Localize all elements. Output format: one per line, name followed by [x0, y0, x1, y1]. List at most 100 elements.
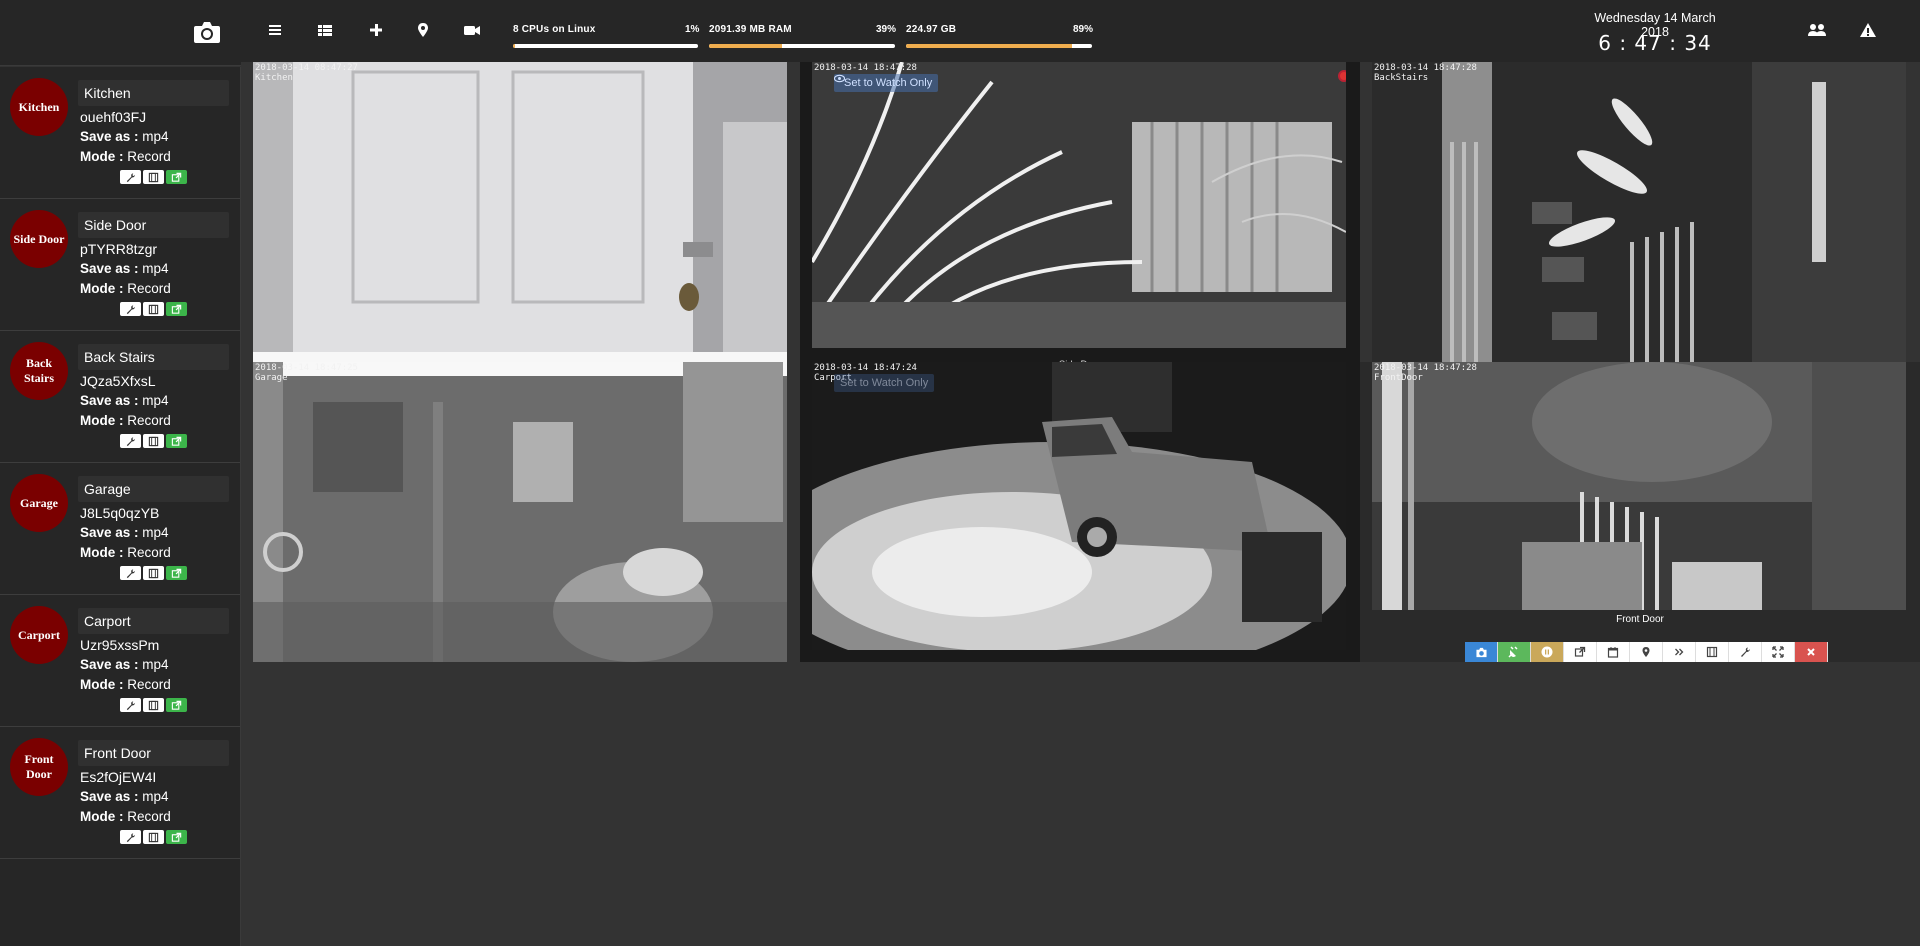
- camera-name-text: Side Door: [84, 217, 147, 233]
- film-icon: [148, 436, 159, 446]
- camera-save-format: Save as : mp4: [80, 657, 169, 672]
- save-as-label: Save as :: [80, 789, 139, 804]
- camera-list-item-kitchen[interactable]: Kitchen Kitchen ouehf03FJ Save as : mp4 …: [0, 67, 240, 199]
- camera-avatar-label: Side Door: [13, 231, 65, 246]
- settings-wrench-button[interactable]: [120, 566, 141, 580]
- camera-name[interactable]: Carport: [78, 608, 229, 634]
- videos-button[interactable]: [1696, 642, 1729, 662]
- settings-wrench-button[interactable]: [120, 830, 141, 844]
- open-external-button[interactable]: [1564, 642, 1597, 662]
- feed-carport[interactable]: 2018-03-14 18:47:24 Carport Set to Watch…: [812, 362, 1346, 650]
- camera-list-item-side-door[interactable]: Side Door Side Door pTYRR8tzgr Save as :…: [0, 199, 240, 331]
- save-as-value: mp4: [138, 789, 169, 804]
- camera-save-format: Save as : mp4: [80, 393, 169, 408]
- mode-label: Mode :: [80, 149, 124, 164]
- videos-button[interactable]: [143, 302, 164, 316]
- double-chevron-right-icon: [1675, 648, 1684, 656]
- film-icon: [148, 568, 159, 578]
- camera-name[interactable]: Garage: [78, 476, 229, 502]
- camera-avatar[interactable]: Garage: [10, 474, 68, 532]
- feed-side-door[interactable]: 2018-03-14 18:47:28 Set to Watch Only: [812, 62, 1346, 348]
- pause-button[interactable]: [1531, 642, 1564, 662]
- plug-button[interactable]: [1498, 642, 1531, 662]
- feed-back-stairs[interactable]: 2018-03-14 18:47:28 BackStairs: [1372, 62, 1906, 362]
- save-as-value: mp4: [138, 261, 169, 276]
- open-external-button[interactable]: [166, 434, 187, 448]
- camera-name-text: Front Door: [84, 745, 151, 761]
- open-external-button[interactable]: [166, 698, 187, 712]
- camera-avatar[interactable]: Front Door: [10, 738, 68, 796]
- mode-label: Mode :: [80, 281, 124, 296]
- set-watch-only-button[interactable]: Set to Watch Only: [834, 374, 935, 392]
- fullscreen-button[interactable]: [1762, 642, 1795, 662]
- mode-value: Record: [123, 809, 171, 824]
- close-button[interactable]: [1795, 642, 1828, 662]
- videos-button[interactable]: [143, 170, 164, 184]
- camera-avatar-label: Carport: [18, 627, 60, 642]
- ram-bar: [709, 44, 895, 48]
- snapshot-button[interactable]: [1465, 642, 1498, 662]
- sidedoor-scene: [812, 62, 1346, 348]
- camera-list-item-garage[interactable]: Garage Garage J8L5q0qzYB Save as : mp4 M…: [0, 463, 240, 595]
- camera-name[interactable]: Kitchen: [78, 80, 229, 106]
- watch-only-label: Set to Watch Only: [840, 377, 929, 389]
- camera-mode: Mode : Record: [80, 413, 171, 428]
- settings-wrench-button[interactable]: [120, 302, 141, 316]
- camera-avatar[interactable]: Side Door: [10, 210, 68, 268]
- settings-wrench-button[interactable]: [120, 434, 141, 448]
- video-camera-icon[interactable]: [462, 20, 482, 40]
- camera-avatar[interactable]: Back Stairs: [10, 342, 68, 400]
- set-watch-only-button[interactable]: Set to Watch Only: [834, 74, 939, 92]
- mode-label: Mode :: [80, 677, 124, 692]
- mode-value: Record: [123, 677, 171, 692]
- videos-button[interactable]: [143, 830, 164, 844]
- film-icon: [148, 700, 159, 710]
- plug-icon: [1508, 646, 1518, 658]
- open-external-button[interactable]: [166, 566, 187, 580]
- calendar-button[interactable]: [1597, 642, 1630, 662]
- camera-name[interactable]: Back Stairs: [78, 344, 229, 370]
- videos-button[interactable]: [143, 434, 164, 448]
- camera-list-item-back-stairs[interactable]: Back Stairs Back Stairs JQza5XfxsL Save …: [0, 331, 240, 463]
- map-marker-icon[interactable]: [413, 20, 433, 40]
- map-button[interactable]: [1630, 642, 1663, 662]
- videos-button[interactable]: [143, 698, 164, 712]
- camera-name-text: Garage: [84, 481, 131, 497]
- open-external-button[interactable]: [166, 170, 187, 184]
- camera-list-item-front-door[interactable]: Front Door Front Door Es2fOjEW4I Save as…: [0, 727, 240, 859]
- camera-logo-icon[interactable]: [193, 20, 221, 44]
- camera-id: ouehf03FJ: [80, 109, 147, 125]
- camera-avatar[interactable]: Kitchen: [10, 78, 68, 136]
- camera-avatar[interactable]: Carport: [10, 606, 68, 664]
- videos-button[interactable]: [143, 566, 164, 580]
- camera-name[interactable]: Front Door: [78, 740, 229, 766]
- camera-list-item-carport[interactable]: Carport Carport Uzr95xssPm Save as : mp4…: [0, 595, 240, 727]
- camera-actions: [120, 302, 187, 316]
- camera-actions: [120, 170, 187, 184]
- save-as-value: mp4: [138, 525, 169, 540]
- camera-actions: [120, 566, 187, 580]
- feed-front-door[interactable]: 2018-03-14 18:47:28 FrontDoor: [1372, 362, 1906, 610]
- grid-icon[interactable]: [315, 20, 335, 40]
- open-external-button[interactable]: [166, 830, 187, 844]
- mode-value: Record: [123, 545, 171, 560]
- plus-icon[interactable]: [366, 20, 386, 40]
- camera-mode: Mode : Record: [80, 149, 171, 164]
- save-as-label: Save as :: [80, 129, 139, 144]
- forward-button[interactable]: [1663, 642, 1696, 662]
- camera-id: J8L5q0qzYB: [80, 505, 160, 521]
- settings-wrench-button[interactable]: [120, 170, 141, 184]
- camera-name[interactable]: Side Door: [78, 212, 229, 238]
- users-icon[interactable]: [1806, 20, 1828, 40]
- map-marker-icon: [1642, 647, 1650, 657]
- menu-icon[interactable]: [265, 20, 285, 40]
- feed-garage[interactable]: 2018-03-14 18:47:25 Garage: [253, 362, 787, 662]
- external-link-icon: [171, 304, 182, 314]
- warning-icon[interactable]: [1858, 20, 1878, 40]
- feed-kitchen[interactable]: 2018-03-14 08:47:27 Kitchen: [253, 62, 787, 362]
- wrench-icon: [126, 172, 136, 182]
- settings-wrench-button[interactable]: [120, 698, 141, 712]
- camera-name-text: Carport: [84, 613, 131, 629]
- settings-button[interactable]: [1729, 642, 1762, 662]
- open-external-button[interactable]: [166, 302, 187, 316]
